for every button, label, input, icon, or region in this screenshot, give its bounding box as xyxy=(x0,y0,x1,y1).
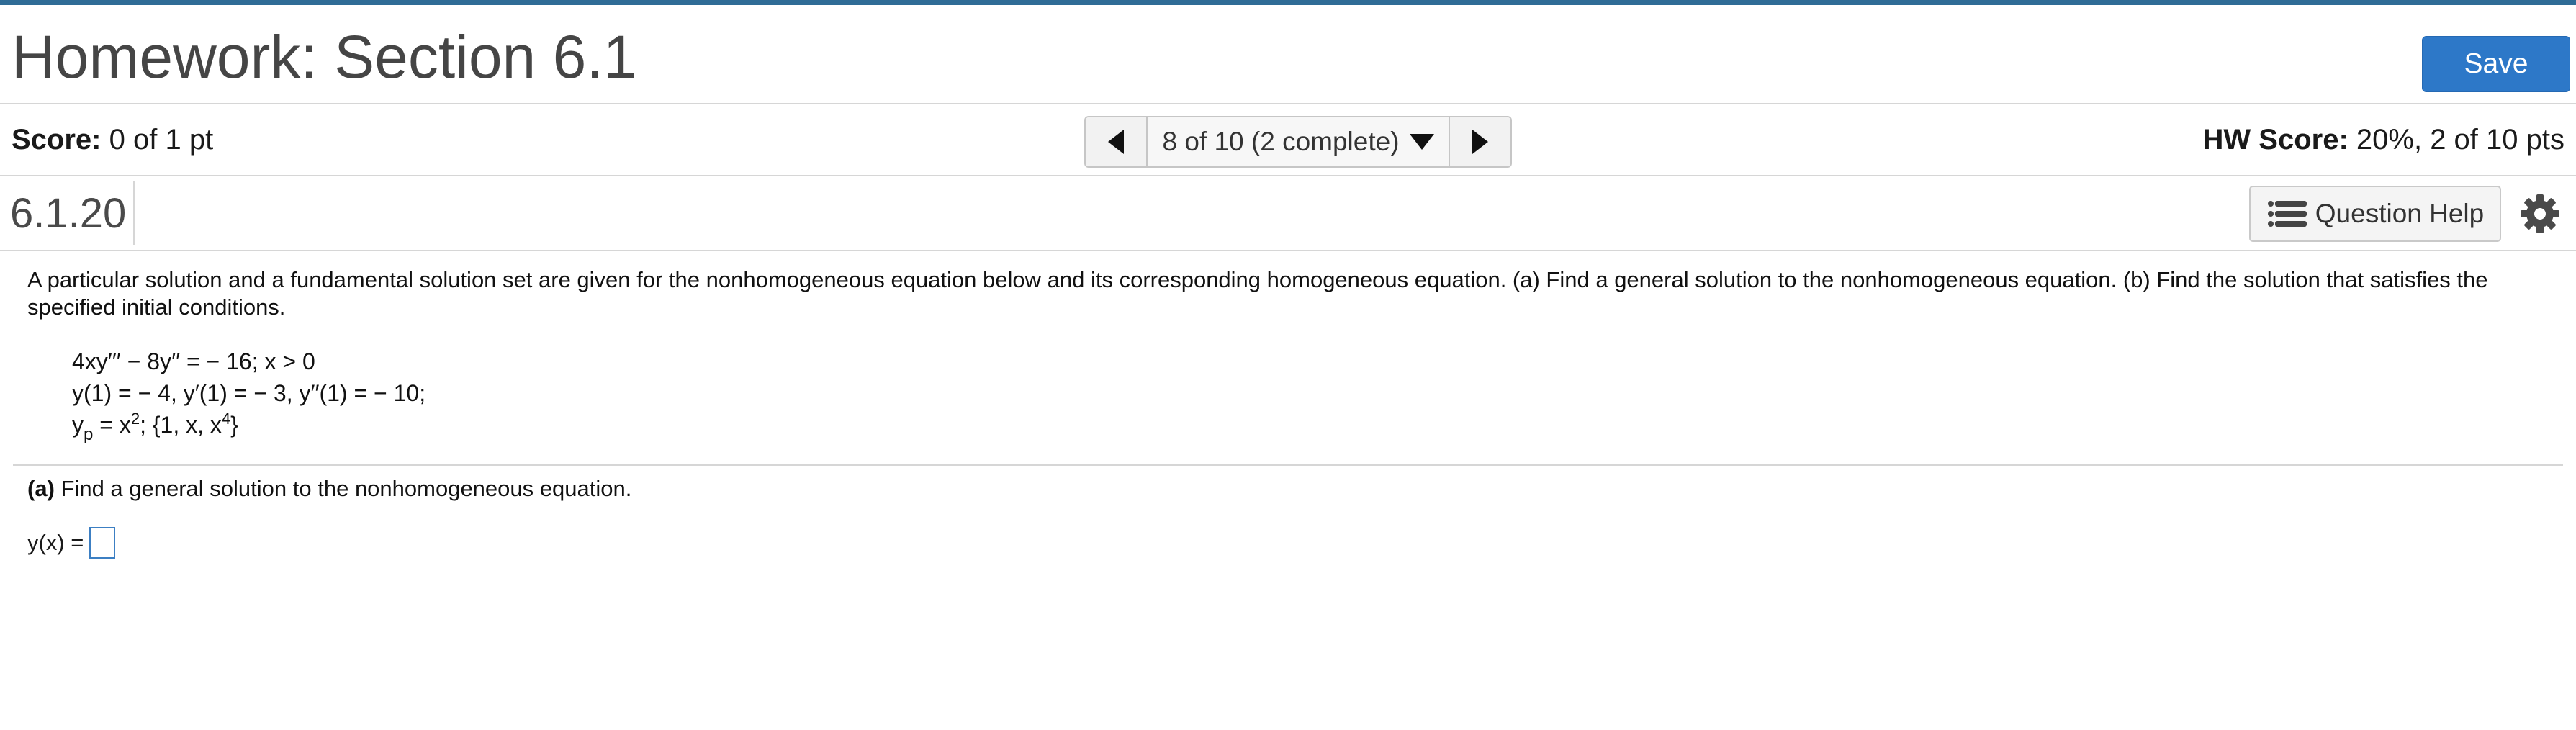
answer-input[interactable] xyxy=(89,527,116,559)
top-accent-stripe xyxy=(0,0,2576,5)
page-title: Homework: Section 6.1 xyxy=(12,23,637,91)
part-a-prompt: (a) Find a general solution to the nonho… xyxy=(27,475,631,503)
yp-variable: y xyxy=(72,412,84,438)
question-header: 6.1.20 Question Help xyxy=(0,176,2576,251)
differential-equation: 4xy′′′ − 8y′′ = − 16; x > 0 xyxy=(72,348,315,374)
score-label: Score: xyxy=(12,124,102,156)
question-prompt: A particular solution and a fundamental … xyxy=(27,267,2488,320)
homework-score: HW Score: 20%, 2 of 10 pts xyxy=(2203,125,2564,154)
question-help-label: Question Help xyxy=(2315,199,2485,228)
equation-block: 4xy′′′ − 8y′′ = − 16; x > 0 y(1) = − 4, … xyxy=(72,346,2554,444)
next-question-button[interactable] xyxy=(1449,117,1510,166)
answer-label: y(x) = xyxy=(27,530,84,555)
hw-score-value: 20%, 2 of 10 pts xyxy=(2356,124,2564,156)
question-id: 6.1.20 xyxy=(0,181,135,245)
initial-conditions: y(1) = − 4, y′(1) = − 3, y′′(1) = − 10; xyxy=(72,380,426,406)
hw-score-label: HW Score: xyxy=(2202,124,2348,156)
part-a-label: (a) xyxy=(27,476,55,501)
question-progress-text: 8 of 10 (2 complete) xyxy=(1162,127,1400,156)
particular-solution: yp = x2; {1, x, x4} xyxy=(72,409,2554,444)
previous-question-button[interactable] xyxy=(1086,117,1148,166)
solution-set-suffix: } xyxy=(230,412,238,438)
yp-exponent: 2 xyxy=(130,410,140,428)
question-content: A particular solution and a fundamental … xyxy=(27,266,2554,444)
score-bar: Score: 0 of 1 pt 8 of 10 (2 complete) HW… xyxy=(0,104,2576,176)
yp-subscript: p xyxy=(84,425,94,444)
question-selector-dropdown[interactable]: 8 of 10 (2 complete) xyxy=(1148,117,1449,166)
question-navigator: 8 of 10 (2 complete) xyxy=(1084,116,1512,168)
title-bar: Homework: Section 6.1 Save xyxy=(0,5,2576,104)
part-a-text: Find a general solution to the nonhomoge… xyxy=(54,476,632,501)
triangle-down-icon xyxy=(1409,134,1434,150)
question-score: Score: 0 of 1 pt xyxy=(12,125,213,154)
triangle-left-icon xyxy=(1108,130,1124,154)
answer-row: y(x) = xyxy=(27,527,116,559)
solution-set-prefix: ; {1, x, x xyxy=(140,412,222,438)
list-icon xyxy=(2267,201,2307,227)
solution-set-exponent: 4 xyxy=(221,410,231,428)
yp-rhs: = x xyxy=(93,412,131,438)
triangle-right-icon xyxy=(1472,130,1488,154)
save-button[interactable]: Save xyxy=(2422,36,2570,92)
gear-icon[interactable] xyxy=(2520,194,2560,234)
section-divider xyxy=(13,464,2563,466)
question-help-button[interactable]: Question Help xyxy=(2249,186,2501,242)
score-value: 0 of 1 pt xyxy=(109,124,214,156)
